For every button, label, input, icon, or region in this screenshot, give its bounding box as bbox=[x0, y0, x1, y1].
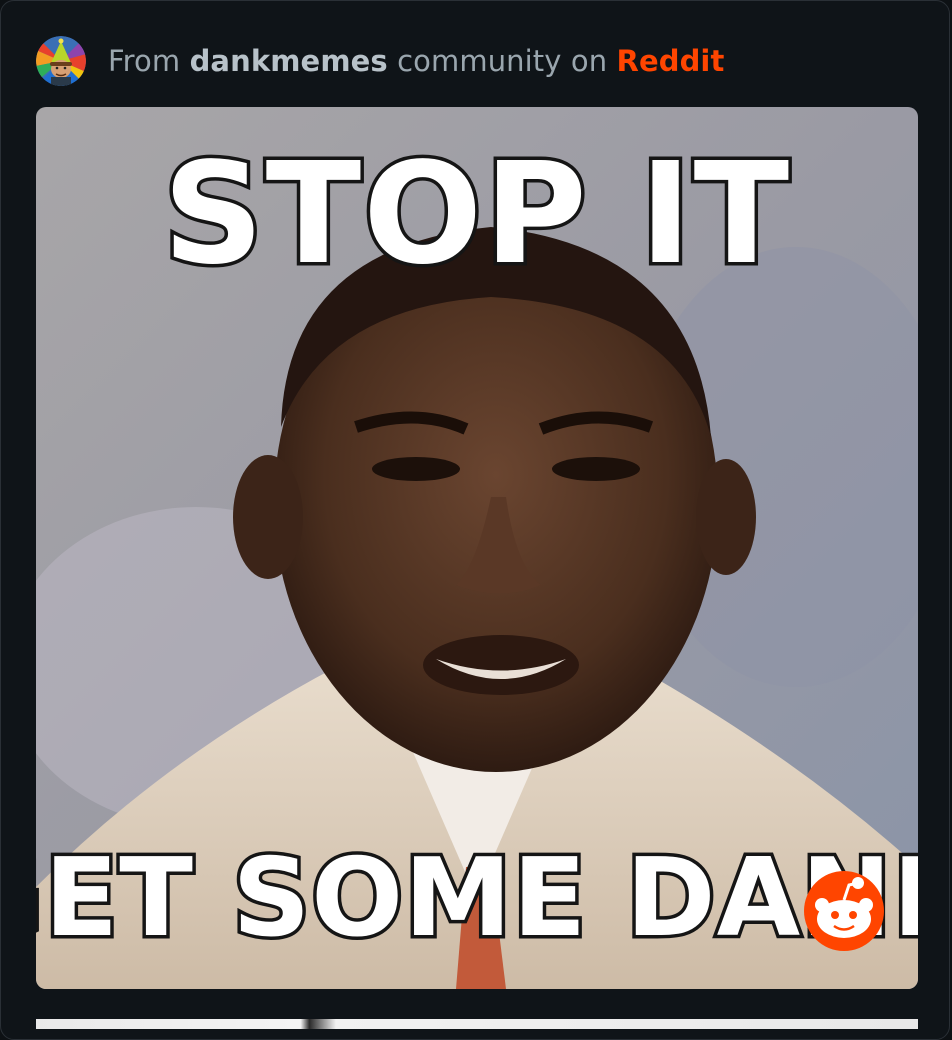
source-middle: community on bbox=[397, 44, 608, 78]
meme-bottom-text: GET SOME DANK bbox=[36, 836, 918, 961]
next-image-edge bbox=[36, 1019, 918, 1029]
meme-top-text: STOP IT bbox=[163, 133, 791, 296]
source-line: From dankmemes community on Reddit bbox=[108, 44, 724, 78]
source-prefix: From bbox=[108, 44, 181, 78]
embed-card: From dankmemes community on Reddit STOP … bbox=[0, 0, 950, 1040]
embed-header: From dankmemes community on Reddit bbox=[36, 35, 724, 87]
meme-image[interactable]: STOP IT GET SOME DANK bbox=[36, 107, 918, 989]
reddit-link[interactable]: Reddit bbox=[617, 44, 725, 78]
community-avatar-icon[interactable] bbox=[36, 36, 86, 86]
reddit-snoo-icon bbox=[804, 871, 884, 951]
community-link[interactable]: dankmemes bbox=[190, 44, 388, 78]
